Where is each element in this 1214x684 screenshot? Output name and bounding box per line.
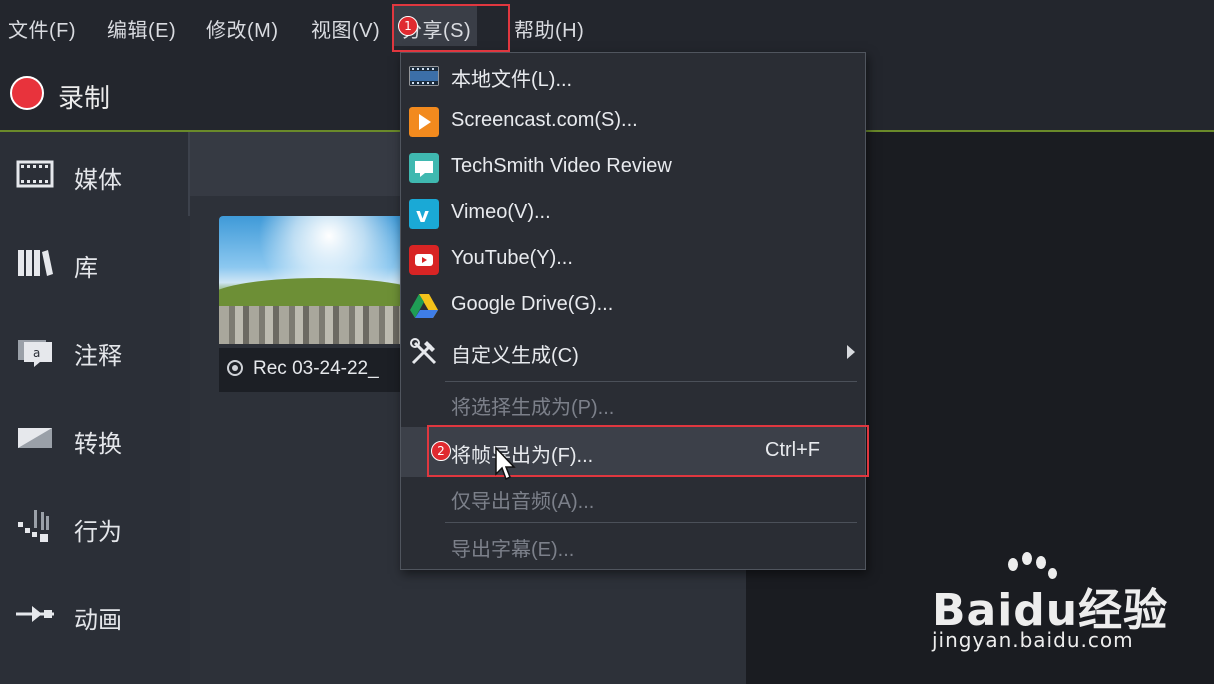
menu-modify[interactable]: 修改(M) <box>206 14 278 43</box>
record-icon[interactable] <box>10 76 44 110</box>
video-review-icon <box>409 153 439 183</box>
sidebar-item-library[interactable]: 库 <box>0 220 188 304</box>
sidebar-item-label: 库 <box>74 255 98 282</box>
menu-item-screencast[interactable]: Screencast.com(S)... <box>401 99 865 145</box>
annotation-icon: a <box>18 340 52 367</box>
thumbnail-ruins <box>219 306 411 344</box>
animation-icon <box>16 606 54 622</box>
paw-toe <box>1036 556 1046 569</box>
paw-toe <box>1008 558 1018 571</box>
clip-caption[interactable]: Rec 03-24-22_ <box>219 348 411 392</box>
menu-item-label: 导出字幕(E)... <box>451 539 575 561</box>
film-icon <box>16 160 54 188</box>
mouse-cursor-icon <box>495 446 516 481</box>
menu-item-label: 自定义生成(C) <box>451 345 579 367</box>
sidebar-item-label: 行为 <box>74 519 122 546</box>
submenu-arrow-icon <box>847 345 855 359</box>
menu-edit[interactable]: 编辑(E) <box>107 14 176 43</box>
sidebar: 媒体 库 a 注释 转换 行为 动画 <box>0 132 192 684</box>
watermark-url: jingyan.baidu.com <box>932 628 1134 652</box>
record-clip-icon <box>227 360 243 376</box>
menu-item-video-review[interactable]: TechSmith Video Review <box>401 145 865 191</box>
menu-view[interactable]: 视图(V) <box>311 14 380 43</box>
menu-item-label: 将选择生成为(P)... <box>451 397 615 419</box>
sidebar-item-annotations[interactable]: a 注释 <box>0 308 188 392</box>
transition-icon <box>18 428 52 448</box>
menu-item-label: 本地文件(L)... <box>451 69 573 91</box>
menu-item-label: Screencast.com(S)... <box>451 109 638 131</box>
step-badge-2: 2 <box>431 441 451 461</box>
sidebar-item-behaviors[interactable]: 行为 <box>0 484 188 568</box>
sidebar-item-label: 动画 <box>74 607 122 634</box>
vimeo-icon: v <box>409 199 439 229</box>
paw-toe <box>1022 552 1032 565</box>
menu-item-label: YouTube(Y)... <box>451 247 573 269</box>
menu-item-custom-production[interactable]: 自定义生成(C) <box>401 329 865 375</box>
clip-thumbnail[interactable] <box>219 216 411 344</box>
sidebar-item-animations[interactable]: 动画 <box>0 572 188 656</box>
film-icon <box>409 66 439 86</box>
youtube-icon <box>409 245 439 275</box>
svg-text:v: v <box>416 203 429 227</box>
menu-item-vimeo[interactable]: v Vimeo(V)... <box>401 191 865 237</box>
menu-item-export-audio[interactable]: 仅导出音频(A)... <box>401 475 865 521</box>
menu-item-label: 仅导出音频(A)... <box>451 491 595 513</box>
step-badge-1: 1 <box>398 16 418 36</box>
sidebar-item-media[interactable]: 媒体 <box>0 132 192 216</box>
google-drive-icon <box>410 294 438 318</box>
sidebar-item-label: 媒体 <box>74 167 122 194</box>
sidebar-item-label: 注释 <box>74 343 122 370</box>
tools-icon <box>410 338 437 365</box>
menu-item-label: Vimeo(V)... <box>451 201 551 223</box>
screencast-icon <box>409 107 439 137</box>
menu-item-youtube[interactable]: YouTube(Y)... <box>401 237 865 283</box>
menu-help[interactable]: 帮助(H) <box>514 14 584 43</box>
sidebar-item-label: 转换 <box>74 431 122 458</box>
menu-item-export-captions[interactable]: 导出字幕(E)... <box>401 523 865 569</box>
behavior-icon <box>18 510 49 542</box>
menu-item-label: TechSmith Video Review <box>451 155 672 177</box>
clip-name: Rec 03-24-22_ <box>253 358 379 379</box>
record-button-label[interactable]: 录制 <box>58 78 110 115</box>
share-menu-dropdown: 本地文件(L)... Screencast.com(S)... TechSmit… <box>400 52 866 570</box>
menu-item-google-drive[interactable]: Google Drive(G)... <box>401 283 865 329</box>
menu-file[interactable]: 文件(F) <box>8 14 76 43</box>
menu-item-label: Google Drive(G)... <box>451 293 614 315</box>
menu-item-local-file[interactable]: 本地文件(L)... <box>401 53 865 99</box>
library-icon <box>18 250 53 276</box>
menu-item-produce-selection[interactable]: 将选择生成为(P)... <box>401 381 865 427</box>
svg-text:a: a <box>33 346 40 360</box>
sidebar-item-transitions[interactable]: 转换 <box>0 396 188 480</box>
menu-bar: 文件(F) 编辑(E) 修改(M) 视图(V) 分享(S) 帮助(H) <box>0 0 1214 54</box>
